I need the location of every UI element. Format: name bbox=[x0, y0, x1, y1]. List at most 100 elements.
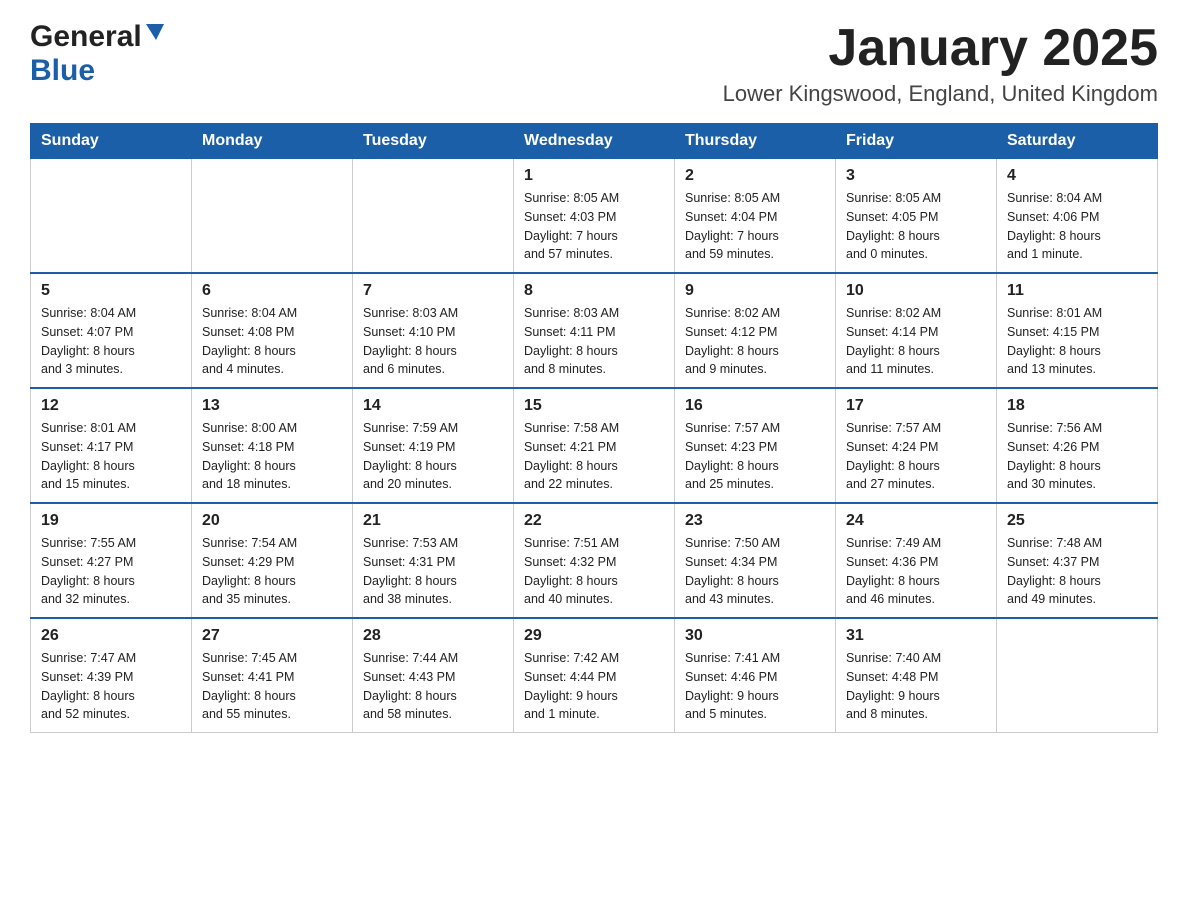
day-number: 14 bbox=[363, 397, 503, 415]
table-row: 8 Sunrise: 8:03 AMSunset: 4:11 PMDaylight… bbox=[514, 273, 675, 388]
table-row: 22 Sunrise: 7:51 AMSunset: 4:32 PMDayligh… bbox=[514, 503, 675, 618]
calendar-week-row: 12 Sunrise: 8:01 AMSunset: 4:17 PMDayligh… bbox=[31, 388, 1158, 503]
day-info: Sunrise: 7:41 AMSunset: 4:46 PMDaylight:… bbox=[685, 649, 825, 724]
day-number: 4 bbox=[1007, 167, 1147, 185]
table-row: 19Sunrise: 7:55 AMSunset: 4:27 PMDayligh… bbox=[31, 503, 192, 618]
day-info: Sunrise: 7:45 AMSunset: 4:41 PMDaylight:… bbox=[202, 649, 342, 724]
logo-area: General Blue bbox=[30, 20, 166, 88]
table-row: 5 Sunrise: 8:04 AMSunset: 4:07 PMDaylight… bbox=[31, 273, 192, 388]
logo-blue-row: Blue bbox=[30, 54, 95, 88]
day-number: 8 bbox=[524, 282, 664, 300]
table-row: 29Sunrise: 7:42 AMSunset: 4:44 PMDayligh… bbox=[514, 618, 675, 733]
day-info: Sunrise: 7:53 AMSunset: 4:31 PMDaylight:… bbox=[363, 534, 503, 609]
col-thursday: Thursday bbox=[675, 124, 836, 159]
table-row: 27 Sunrise: 7:45 AMSunset: 4:41 PMDayligh… bbox=[192, 618, 353, 733]
day-number: 9 bbox=[685, 282, 825, 300]
month-title: January 2025 bbox=[723, 20, 1158, 77]
day-number: 1 bbox=[524, 167, 664, 185]
day-number: 7 bbox=[363, 282, 503, 300]
page-header: General Blue January 2025 Lower Kingswoo… bbox=[30, 20, 1158, 107]
day-number: 17 bbox=[846, 397, 986, 415]
table-row: 23Sunrise: 7:50 AMSunset: 4:34 PMDayligh… bbox=[675, 503, 836, 618]
table-row: 24Sunrise: 7:49 AMSunset: 4:36 PMDayligh… bbox=[836, 503, 997, 618]
table-row: 10 Sunrise: 8:02 AMSunset: 4:14 PMDayligh… bbox=[836, 273, 997, 388]
day-info: Sunrise: 8:04 AMSunset: 4:07 PMDaylight:… bbox=[41, 304, 181, 379]
day-number: 20 bbox=[202, 512, 342, 530]
day-number: 27 bbox=[202, 627, 342, 645]
day-info: Sunrise: 7:51 AMSunset: 4:32 PMDaylight:… bbox=[524, 534, 664, 609]
day-info: Sunrise: 7:59 AMSunset: 4:19 PMDaylight:… bbox=[363, 419, 503, 494]
day-number: 18 bbox=[1007, 397, 1147, 415]
day-number: 15 bbox=[524, 397, 664, 415]
table-row: 4 Sunrise: 8:04 AMSunset: 4:06 PMDaylight… bbox=[997, 159, 1158, 274]
day-number: 16 bbox=[685, 397, 825, 415]
day-number: 5 bbox=[41, 282, 181, 300]
day-info: Sunrise: 8:01 AMSunset: 4:15 PMDaylight:… bbox=[1007, 304, 1147, 379]
table-row: 14 Sunrise: 7:59 AMSunset: 4:19 PMDayligh… bbox=[353, 388, 514, 503]
table-row: 20 Sunrise: 7:54 AMSunset: 4:29 PMDayligh… bbox=[192, 503, 353, 618]
table-row: 25 Sunrise: 7:48 AMSunset: 4:37 PMDayligh… bbox=[997, 503, 1158, 618]
day-number: 22 bbox=[524, 512, 664, 530]
table-row: 6Sunrise: 8:04 AMSunset: 4:08 PMDaylight… bbox=[192, 273, 353, 388]
day-info: Sunrise: 8:05 AMSunset: 4:05 PMDaylight:… bbox=[846, 189, 986, 264]
day-info: Sunrise: 8:02 AMSunset: 4:14 PMDaylight:… bbox=[846, 304, 986, 379]
logo-arrow-icon bbox=[144, 20, 166, 42]
calendar-week-row: 5 Sunrise: 8:04 AMSunset: 4:07 PMDaylight… bbox=[31, 273, 1158, 388]
day-number: 23 bbox=[685, 512, 825, 530]
table-row: 21 Sunrise: 7:53 AMSunset: 4:31 PMDayligh… bbox=[353, 503, 514, 618]
day-info: Sunrise: 8:03 AMSunset: 4:10 PMDaylight:… bbox=[363, 304, 503, 379]
calendar-week-row: 1 Sunrise: 8:05 AMSunset: 4:03 PMDaylight… bbox=[31, 159, 1158, 274]
table-row bbox=[353, 159, 514, 274]
table-row bbox=[192, 159, 353, 274]
table-row: 11 Sunrise: 8:01 AMSunset: 4:15 PMDayligh… bbox=[997, 273, 1158, 388]
day-number: 28 bbox=[363, 627, 503, 645]
day-info: Sunrise: 7:54 AMSunset: 4:29 PMDaylight:… bbox=[202, 534, 342, 609]
day-number: 25 bbox=[1007, 512, 1147, 530]
table-row: 17 Sunrise: 7:57 AMSunset: 4:24 PMDayligh… bbox=[836, 388, 997, 503]
day-info: Sunrise: 8:04 AMSunset: 4:08 PMDaylight:… bbox=[202, 304, 342, 379]
day-number: 2 bbox=[685, 167, 825, 185]
table-row: 2 Sunrise: 8:05 AMSunset: 4:04 PMDaylight… bbox=[675, 159, 836, 274]
day-info: Sunrise: 8:03 AMSunset: 4:11 PMDaylight:… bbox=[524, 304, 664, 379]
table-row: 3 Sunrise: 8:05 AMSunset: 4:05 PMDaylight… bbox=[836, 159, 997, 274]
logo-general-text: General bbox=[30, 20, 142, 54]
table-row: 18 Sunrise: 7:56 AMSunset: 4:26 PMDayligh… bbox=[997, 388, 1158, 503]
day-info: Sunrise: 7:58 AMSunset: 4:21 PMDaylight:… bbox=[524, 419, 664, 494]
table-row: 7 Sunrise: 8:03 AMSunset: 4:10 PMDaylight… bbox=[353, 273, 514, 388]
table-row: 26 Sunrise: 7:47 AMSunset: 4:39 PMDayligh… bbox=[31, 618, 192, 733]
day-info: Sunrise: 7:55 AMSunset: 4:27 PMDaylight:… bbox=[41, 534, 181, 609]
day-info: Sunrise: 8:00 AMSunset: 4:18 PMDaylight:… bbox=[202, 419, 342, 494]
table-row: 30 Sunrise: 7:41 AMSunset: 4:46 PMDayligh… bbox=[675, 618, 836, 733]
location-text: Lower Kingswood, England, United Kingdom bbox=[723, 81, 1158, 107]
day-number: 3 bbox=[846, 167, 986, 185]
day-number: 26 bbox=[41, 627, 181, 645]
col-friday: Friday bbox=[836, 124, 997, 159]
day-info: Sunrise: 7:48 AMSunset: 4:37 PMDaylight:… bbox=[1007, 534, 1147, 609]
day-info: Sunrise: 7:47 AMSunset: 4:39 PMDaylight:… bbox=[41, 649, 181, 724]
day-info: Sunrise: 7:49 AMSunset: 4:36 PMDaylight:… bbox=[846, 534, 986, 609]
table-row: 16 Sunrise: 7:57 AMSunset: 4:23 PMDayligh… bbox=[675, 388, 836, 503]
table-row: 15 Sunrise: 7:58 AMSunset: 4:21 PMDayligh… bbox=[514, 388, 675, 503]
day-number: 12 bbox=[41, 397, 181, 415]
day-info: Sunrise: 8:02 AMSunset: 4:12 PMDaylight:… bbox=[685, 304, 825, 379]
day-number: 11 bbox=[1007, 282, 1147, 300]
day-info: Sunrise: 7:57 AMSunset: 4:24 PMDaylight:… bbox=[846, 419, 986, 494]
day-number: 13 bbox=[202, 397, 342, 415]
day-info: Sunrise: 8:04 AMSunset: 4:06 PMDaylight:… bbox=[1007, 189, 1147, 264]
day-info: Sunrise: 8:05 AMSunset: 4:04 PMDaylight:… bbox=[685, 189, 825, 264]
table-row bbox=[31, 159, 192, 274]
day-info: Sunrise: 7:57 AMSunset: 4:23 PMDaylight:… bbox=[685, 419, 825, 494]
day-info: Sunrise: 7:56 AMSunset: 4:26 PMDaylight:… bbox=[1007, 419, 1147, 494]
day-number: 30 bbox=[685, 627, 825, 645]
day-number: 21 bbox=[363, 512, 503, 530]
day-info: Sunrise: 7:44 AMSunset: 4:43 PMDaylight:… bbox=[363, 649, 503, 724]
col-wednesday: Wednesday bbox=[514, 124, 675, 159]
col-sunday: Sunday bbox=[31, 124, 192, 159]
col-saturday: Saturday bbox=[997, 124, 1158, 159]
day-info: Sunrise: 8:01 AMSunset: 4:17 PMDaylight:… bbox=[41, 419, 181, 494]
logo: General bbox=[30, 20, 166, 54]
calendar-week-row: 26 Sunrise: 7:47 AMSunset: 4:39 PMDayligh… bbox=[31, 618, 1158, 733]
day-info: Sunrise: 8:05 AMSunset: 4:03 PMDaylight:… bbox=[524, 189, 664, 264]
day-info: Sunrise: 7:40 AMSunset: 4:48 PMDaylight:… bbox=[846, 649, 986, 724]
day-number: 10 bbox=[846, 282, 986, 300]
